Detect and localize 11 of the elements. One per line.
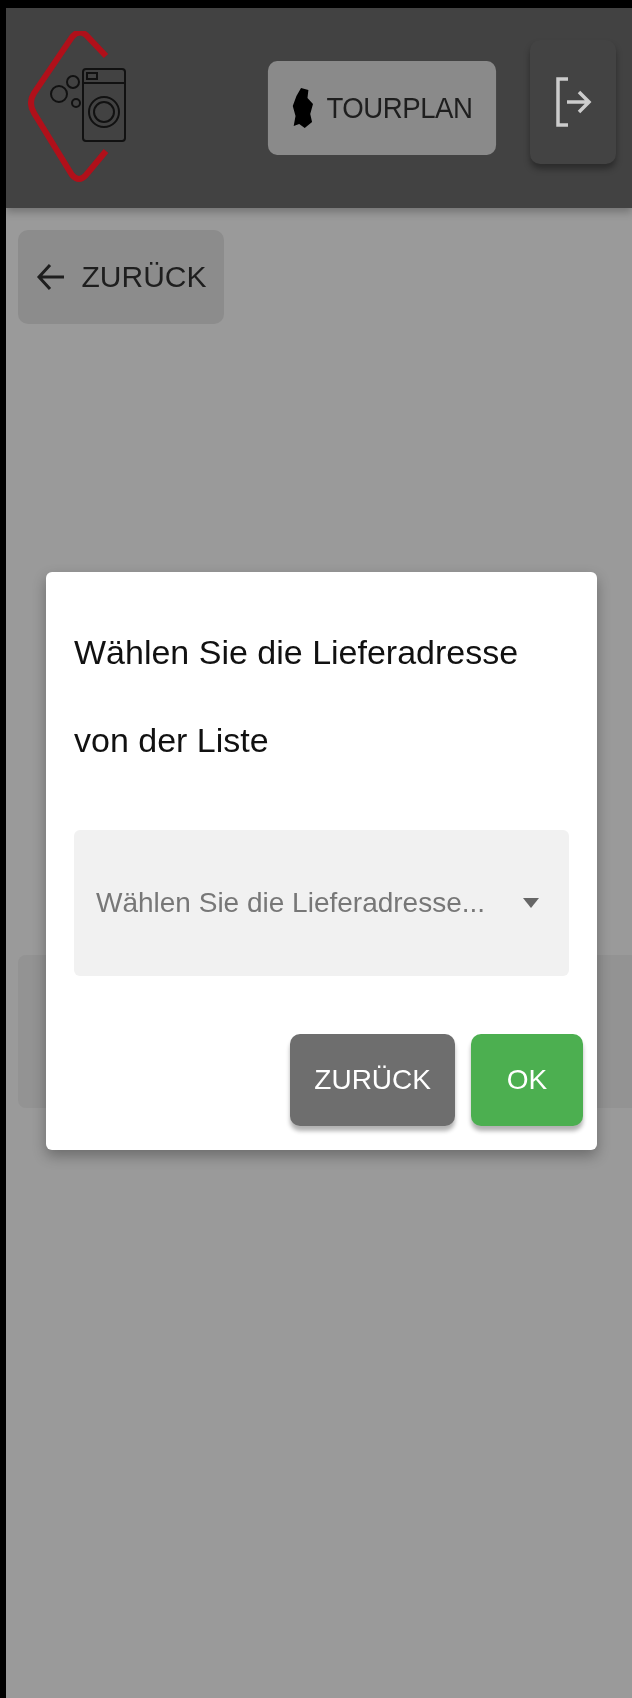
logout-icon [554, 77, 592, 127]
map-icon [291, 86, 314, 130]
dialog-title: Wählen Sie die Lieferadresse von der Liste [74, 632, 520, 761]
logout-button[interactable] [530, 40, 616, 164]
back-button[interactable]: ZURÜCK [18, 230, 224, 324]
back-arrow-icon [35, 262, 66, 292]
tourplan-button[interactable]: TOURPLAN [267, 61, 497, 155]
ok-button[interactable]: OK [471, 1034, 583, 1126]
dropdown-caret-icon [523, 898, 539, 908]
cancel-button[interactable]: ZURÜCK [290, 1034, 455, 1126]
address-select[interactable]: Wählen Sie die Lieferadresse... [74, 830, 569, 976]
